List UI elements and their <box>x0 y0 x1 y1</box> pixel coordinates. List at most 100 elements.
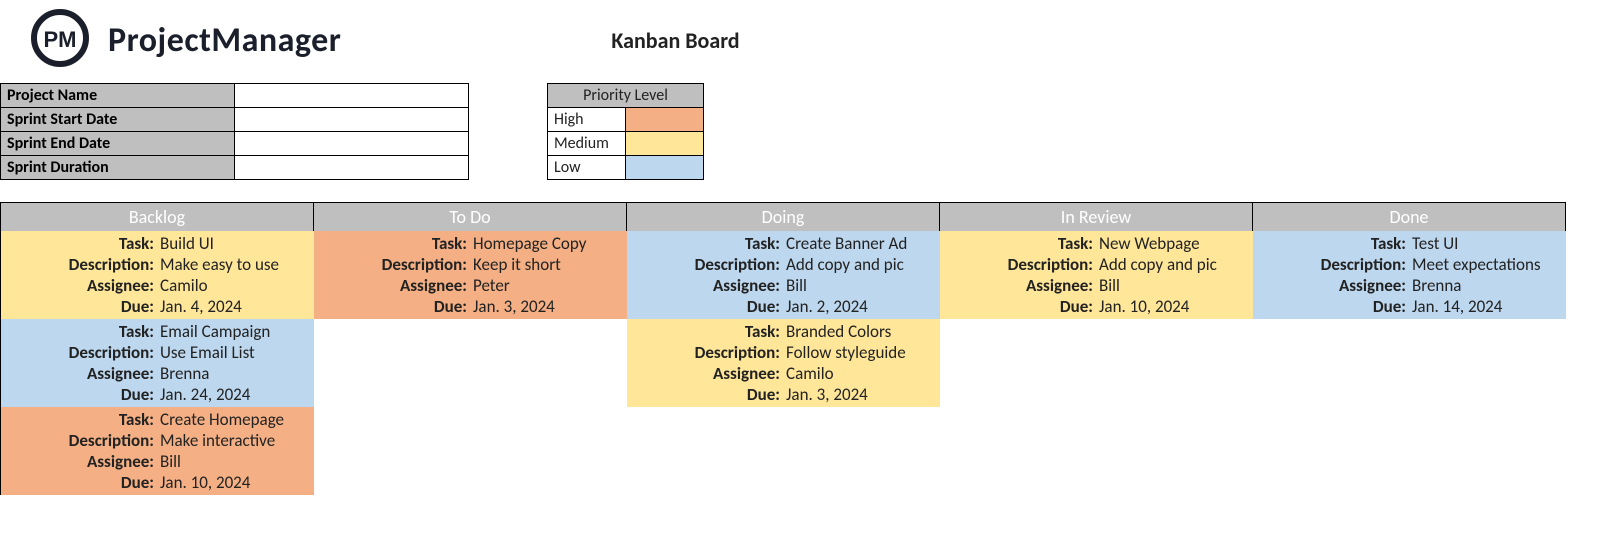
meta-label-sprint-duration: Sprint Duration <box>1 156 235 180</box>
card-value-description: Use Email List <box>160 342 310 363</box>
card-value-assignee: Bill <box>786 275 936 296</box>
kanban-card[interactable]: Task:Create HomepageDescription:Make int… <box>1 407 314 495</box>
card-value-assignee: Bill <box>1099 275 1249 296</box>
card-value-assignee: Camilo <box>786 363 936 384</box>
card-label-description: Description: <box>1 342 156 363</box>
card-value-description: Keep it short <box>473 254 623 275</box>
card-label-description: Description: <box>1 254 156 275</box>
meta-and-legend: Project Name Sprint Start Date Sprint En… <box>0 83 1600 180</box>
kanban-card[interactable]: Task:New WebpageDescription:Add copy and… <box>940 231 1253 319</box>
card-label-description: Description: <box>940 254 1095 275</box>
card-label-due: Due: <box>314 296 469 317</box>
card-label-assignee: Assignee: <box>1253 275 1408 296</box>
card-value-task: New Webpage <box>1099 233 1249 254</box>
card-value-due: Jan. 4, 2024 <box>160 296 310 317</box>
card-label-description: Description: <box>1 430 156 451</box>
page-title: Kanban Board <box>611 27 739 54</box>
card-label-due: Due: <box>1 296 156 317</box>
meta-label-sprint-end: Sprint End Date <box>1 132 235 156</box>
kanban-card[interactable]: Task:Homepage CopyDescription:Keep it sh… <box>314 231 627 319</box>
column-body: Task:Homepage CopyDescription:Keep it sh… <box>314 231 627 319</box>
card-value-due: Jan. 10, 2024 <box>160 472 310 493</box>
card-label-assignee: Assignee: <box>1 451 156 472</box>
card-value-due: Jan. 14, 2024 <box>1412 296 1562 317</box>
card-label-task: Task: <box>1 409 156 430</box>
card-value-assignee: Camilo <box>160 275 310 296</box>
card-value-description: Make easy to use <box>160 254 310 275</box>
meta-value-project-name[interactable] <box>235 84 469 108</box>
card-value-description: Make interactive <box>160 430 310 451</box>
card-value-due: Jan. 10, 2024 <box>1099 296 1249 317</box>
card-value-task: Email Campaign <box>160 321 310 342</box>
card-label-description: Description: <box>627 254 782 275</box>
column-header: To Do <box>314 202 627 231</box>
legend-title: Priority Level <box>548 84 704 108</box>
card-label-task: Task: <box>627 233 782 254</box>
priority-legend: Priority Level High Medium Low <box>547 83 704 180</box>
legend-swatch-low <box>626 156 704 180</box>
kanban-card[interactable]: Task:Test UIDescription:Meet expectation… <box>1253 231 1566 319</box>
kanban-card[interactable]: Task:Build UIDescription:Make easy to us… <box>1 231 314 319</box>
meta-value-sprint-duration[interactable] <box>235 156 469 180</box>
meta-label-project-name: Project Name <box>1 84 235 108</box>
card-label-due: Due: <box>1 384 156 405</box>
card-label-due: Due: <box>1 472 156 493</box>
card-label-task: Task: <box>1 233 156 254</box>
brand-name: ProjectManager <box>108 20 341 61</box>
card-value-task: Create Banner Ad <box>786 233 936 254</box>
meta-label-sprint-start: Sprint Start Date <box>1 108 235 132</box>
card-value-due: Jan. 24, 2024 <box>160 384 310 405</box>
card-label-due: Due: <box>627 384 782 405</box>
column-header: Backlog <box>1 202 314 231</box>
card-value-description: Meet expectations <box>1412 254 1562 275</box>
legend-label-high: High <box>548 108 626 132</box>
legend-swatch-high <box>626 108 704 132</box>
card-label-description: Description: <box>314 254 469 275</box>
column-body: Task:Test UIDescription:Meet expectation… <box>1253 231 1566 319</box>
kanban-card[interactable]: Task:Create Banner AdDescription:Add cop… <box>627 231 940 319</box>
card-label-description: Description: <box>627 342 782 363</box>
legend-swatch-medium <box>626 132 704 156</box>
card-label-task: Task: <box>1 321 156 342</box>
card-value-due: Jan. 3, 2024 <box>473 296 623 317</box>
brand-logo: PM ProjectManager <box>30 8 341 73</box>
pm-logo-icon: PM <box>30 8 90 73</box>
column-header: In Review <box>940 202 1253 231</box>
card-value-assignee: Peter <box>473 275 623 296</box>
card-value-task: Test UI <box>1412 233 1562 254</box>
legend-label-low: Low <box>548 156 626 180</box>
card-label-due: Due: <box>627 296 782 317</box>
card-label-task: Task: <box>1253 233 1408 254</box>
card-label-assignee: Assignee: <box>627 363 782 384</box>
card-label-assignee: Assignee: <box>314 275 469 296</box>
card-label-task: Task: <box>940 233 1095 254</box>
card-label-task: Task: <box>314 233 469 254</box>
card-label-due: Due: <box>940 296 1095 317</box>
kanban-card[interactable]: Task:Email CampaignDescription:Use Email… <box>1 319 314 407</box>
card-value-assignee: Bill <box>160 451 310 472</box>
column-body: Task:New WebpageDescription:Add copy and… <box>940 231 1253 319</box>
card-label-assignee: Assignee: <box>627 275 782 296</box>
meta-value-sprint-end[interactable] <box>235 132 469 156</box>
card-value-task: Build UI <box>160 233 310 254</box>
card-label-assignee: Assignee: <box>940 275 1095 296</box>
card-value-description: Add copy and pic <box>1099 254 1249 275</box>
meta-value-sprint-start[interactable] <box>235 108 469 132</box>
legend-label-medium: Medium <box>548 132 626 156</box>
card-label-task: Task: <box>627 321 782 342</box>
card-value-task: Create Homepage <box>160 409 310 430</box>
card-label-assignee: Assignee: <box>1 363 156 384</box>
svg-text:PM: PM <box>44 27 77 52</box>
card-label-assignee: Assignee: <box>1 275 156 296</box>
kanban-card[interactable]: Task:Branded ColorsDescription:Follow st… <box>627 319 940 407</box>
card-label-due: Due: <box>1253 296 1408 317</box>
card-value-assignee: Brenna <box>1412 275 1562 296</box>
card-value-task: Branded Colors <box>786 321 936 342</box>
kanban-board: BacklogTo DoDoingIn ReviewDoneTask:Build… <box>0 202 1600 495</box>
header: PM ProjectManager Kanban Board <box>0 0 1600 83</box>
card-label-description: Description: <box>1253 254 1408 275</box>
card-value-task: Homepage Copy <box>473 233 623 254</box>
card-value-assignee: Brenna <box>160 363 310 384</box>
sprint-meta-table: Project Name Sprint Start Date Sprint En… <box>0 83 469 180</box>
column-body: Task:Build UIDescription:Make easy to us… <box>1 231 314 495</box>
